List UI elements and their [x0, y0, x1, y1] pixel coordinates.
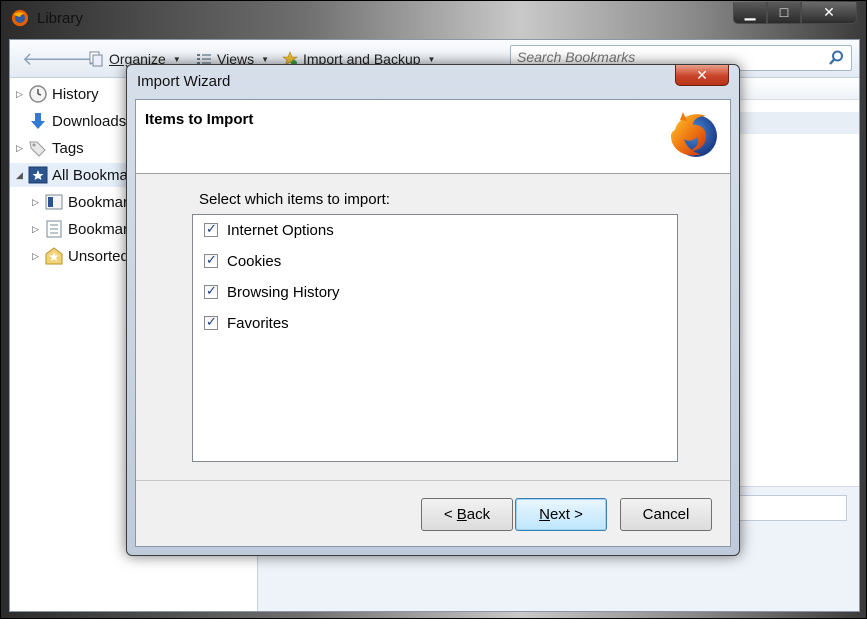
clock-icon: [29, 85, 47, 103]
sidebar-item-label: History: [52, 85, 99, 103]
checkbox[interactable]: [204, 314, 218, 330]
expand-twisty-icon[interactable]: ▷: [16, 89, 28, 100]
expand-twisty-icon[interactable]: ▷: [32, 224, 44, 235]
library-title: Library: [37, 10, 83, 27]
divider: [136, 480, 730, 481]
collapse-twisty-icon[interactable]: ◢: [16, 170, 28, 181]
search-input[interactable]: [517, 49, 817, 65]
list-item-label: Browsing History: [227, 283, 340, 301]
sidebar-item-history[interactable]: ▷ History: [16, 82, 99, 106]
dialog-title: Import Wizard: [137, 73, 231, 90]
download-arrow-icon: [31, 113, 45, 129]
search-icon[interactable]: [827, 49, 845, 67]
wizard-header: Items to Import: [136, 100, 730, 174]
list-item-label: Favorites: [227, 314, 289, 332]
wizard-body: Items to Import Select which items to im…: [135, 99, 731, 547]
unsorted-bookmarks-icon: [45, 247, 63, 265]
cancel-button[interactable]: Cancel: [620, 498, 712, 531]
chevron-down-icon: ▼: [172, 54, 181, 64]
import-prompt: Select which items to import:: [199, 191, 390, 208]
library-titlebar[interactable]: Library ▁ □ ✕: [1, 1, 867, 35]
sidebar-item-label: Unsorted: [68, 247, 129, 265]
tag-icon: [29, 141, 46, 157]
star-folder-icon: [28, 166, 48, 184]
import-wizard-dialog: Import Wizard ✕ Items to Import Select w…: [126, 64, 740, 556]
library-close-button[interactable]: ✕: [801, 2, 857, 24]
sidebar-item-bookmarks-menu[interactable]: ▷ Bookmar: [32, 217, 128, 241]
import-items-list: Internet Options Cookies Browsing Histor…: [192, 214, 678, 462]
dialog-close-button[interactable]: ✕: [675, 65, 729, 86]
checkbox[interactable]: [204, 283, 218, 299]
sidebar-item-bookmarks-toolbar[interactable]: ▷ Bookmar: [32, 190, 128, 214]
minimize-button[interactable]: ▁: [733, 2, 767, 24]
list-item-label: Cookies: [227, 252, 282, 270]
sidebar-item-label: Tags: [52, 139, 84, 157]
expand-twisty-icon[interactable]: ▷: [32, 197, 44, 208]
sidebar-item-label: Bookmar: [68, 193, 129, 211]
checkbox[interactable]: [204, 221, 218, 237]
sidebar-item-label: All Bookma: [52, 166, 128, 184]
wizard-heading: Items to Import: [145, 111, 254, 128]
maximize-button[interactable]: □: [767, 2, 801, 24]
import-item-browsing-history[interactable]: Browsing History: [204, 282, 340, 302]
import-item-favorites[interactable]: Favorites: [204, 313, 289, 333]
sidebar-item-label: Downloads: [52, 112, 127, 130]
expand-twisty-icon[interactable]: ▷: [16, 143, 28, 154]
sidebar-item-downloads[interactable]: Downloads: [16, 109, 126, 133]
back-button[interactable]: < Back: [421, 498, 513, 531]
chevron-down-icon: ▼: [427, 54, 436, 64]
sidebar-item-unsorted[interactable]: ▷ Unsorted: [32, 244, 129, 268]
list-item-label: Internet Options: [227, 221, 334, 239]
detail-field[interactable]: [729, 495, 847, 521]
checkbox[interactable]: [204, 252, 218, 268]
firefox-logo-icon: [671, 112, 717, 157]
import-item-internet-options[interactable]: Internet Options: [204, 220, 334, 240]
organize-icon: [89, 51, 103, 67]
sidebar-item-tags[interactable]: ▷ Tags: [16, 136, 84, 160]
firefox-icon: [11, 9, 29, 27]
bookmarks-toolbar-icon: [45, 194, 63, 210]
chevron-down-icon: ▼: [261, 54, 270, 64]
import-item-cookies[interactable]: Cookies: [204, 251, 281, 271]
sidebar-item-label: Bookmar: [68, 220, 129, 238]
expand-twisty-icon[interactable]: ▷: [32, 251, 44, 262]
bookmarks-menu-icon: [46, 220, 62, 238]
next-button[interactable]: Next >: [515, 498, 607, 531]
